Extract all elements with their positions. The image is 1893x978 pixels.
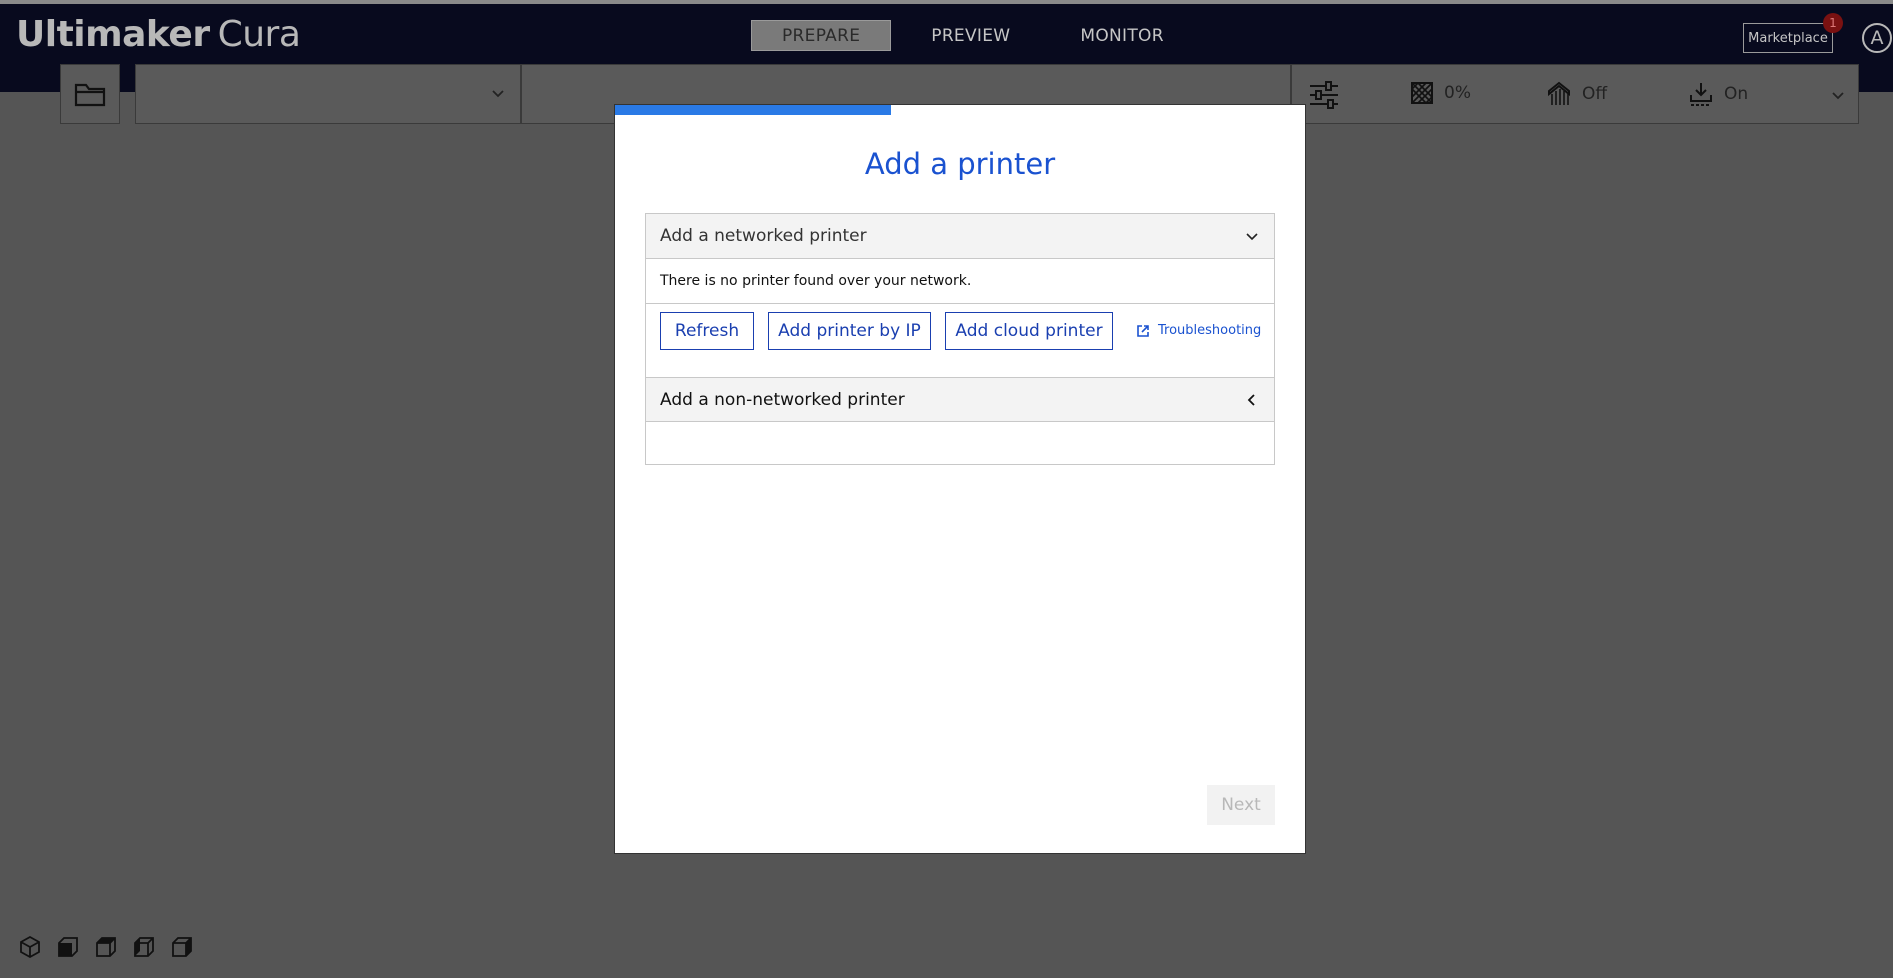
add-printer-dialog: Add a printer Add a networked printer Th… — [614, 104, 1306, 854]
add-printer-by-ip-button[interactable]: Add printer by IP — [768, 312, 931, 350]
chevron-down-icon — [492, 90, 504, 98]
next-button[interactable]: Next — [1207, 785, 1275, 825]
brand-name-light: Cura — [217, 14, 301, 55]
support-setting[interactable]: Off — [1546, 81, 1607, 107]
networked-printer-header-label: Add a networked printer — [660, 226, 867, 246]
troubleshooting-label: Troubleshooting — [1158, 323, 1262, 338]
printer-selector[interactable] — [135, 64, 521, 124]
non-networked-printer-header-label: Add a non-networked printer — [660, 389, 905, 410]
tab-monitor[interactable]: MONITOR — [1050, 20, 1193, 51]
refresh-button[interactable]: Refresh — [660, 312, 754, 350]
no-printer-message: There is no printer found over your netw… — [646, 259, 1274, 304]
chevron-down-icon — [1246, 233, 1258, 241]
support-value: Off — [1582, 84, 1608, 104]
sliders-icon — [1310, 81, 1338, 109]
adhesion-icon — [1690, 83, 1712, 106]
marketplace-button[interactable]: Marketplace — [1743, 23, 1833, 53]
3d-view-icon[interactable] — [18, 935, 42, 959]
stage-tabs: PREPARE PREVIEW MONITOR — [751, 20, 1194, 51]
support-icon — [1548, 81, 1570, 105]
chevron-left-icon — [1247, 394, 1255, 406]
open-file-button[interactable] — [60, 64, 120, 124]
marketplace-badge: 1 — [1823, 13, 1843, 33]
view-orientation-bar — [18, 935, 194, 959]
wizard-progress-bar — [615, 105, 891, 115]
right-view-icon[interactable] — [170, 935, 194, 959]
app-logo: Ultimaker Cura — [16, 14, 301, 55]
infill-value: 0% — [1444, 83, 1471, 103]
adhesion-value: On — [1724, 84, 1749, 104]
infill-icon — [1411, 82, 1433, 104]
front-view-icon[interactable] — [56, 935, 80, 959]
non-networked-printer-header[interactable]: Add a non-networked printer — [646, 378, 1274, 421]
account-avatar[interactable]: A — [1862, 23, 1892, 53]
folder-icon — [74, 83, 106, 107]
infill-setting[interactable]: 0% — [1410, 81, 1471, 105]
adhesion-setting[interactable]: On — [1688, 81, 1748, 107]
tab-preview[interactable]: PREVIEW — [901, 20, 1040, 51]
print-settings-bar[interactable]: 0% Off On — [1291, 64, 1859, 124]
network-actions: Refresh Add printer by IP Add cloud prin… — [646, 304, 1274, 362]
chevron-down-icon[interactable] — [1830, 87, 1846, 103]
networked-printer-section: Add a networked printer There is no prin… — [645, 213, 1275, 465]
troubleshooting-link[interactable]: Troubleshooting — [1136, 323, 1261, 338]
external-link-icon — [1137, 324, 1149, 337]
add-cloud-printer-button[interactable]: Add cloud printer — [945, 312, 1113, 350]
top-view-icon[interactable] — [94, 935, 118, 959]
tab-prepare[interactable]: PREPARE — [751, 20, 892, 51]
left-view-icon[interactable] — [132, 935, 156, 959]
dialog-title: Add a printer — [864, 147, 1056, 181]
custom-settings-item[interactable] — [1308, 81, 1340, 109]
non-networked-printer-section[interactable]: Add a non-networked printer — [645, 377, 1275, 422]
networked-printer-header[interactable]: Add a networked printer — [646, 214, 1274, 259]
brand-name-bold: Ultimaker — [16, 14, 210, 55]
